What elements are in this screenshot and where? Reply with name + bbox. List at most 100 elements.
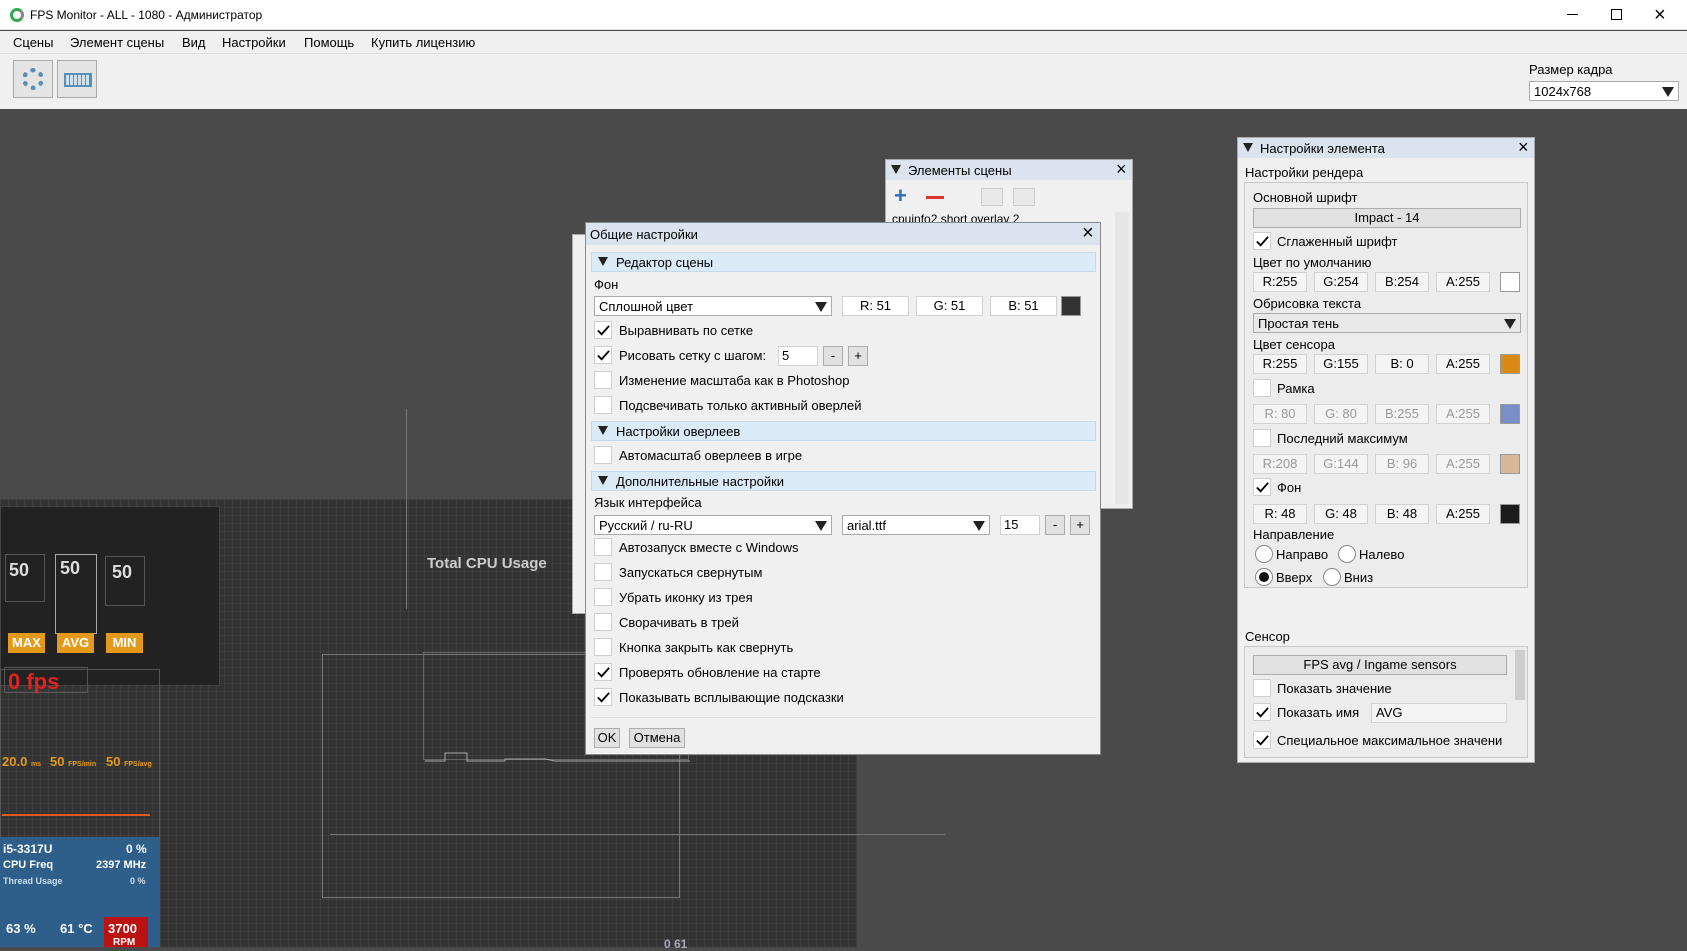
sensor-r[interactable]: R:255	[1253, 354, 1307, 374]
frame-b[interactable]: B:255	[1375, 404, 1429, 424]
close-as-minimize-checkbox[interactable]	[594, 638, 612, 656]
font-size-increment[interactable]: +	[1070, 515, 1090, 535]
default-a[interactable]: A:255	[1436, 272, 1490, 292]
direction-left-radio[interactable]	[1338, 545, 1356, 563]
default-color-swatch[interactable]	[1500, 272, 1520, 292]
lastmax-a[interactable]: A:255	[1436, 454, 1490, 474]
check-updates-checkbox[interactable]	[594, 663, 612, 681]
grid-step-increment[interactable]: +	[848, 346, 868, 366]
close-icon[interactable]: ×	[1518, 137, 1529, 158]
start-minimized-checkbox[interactable]	[594, 563, 612, 581]
lastmax-b[interactable]: B: 96	[1375, 454, 1429, 474]
direction-up-radio[interactable]	[1255, 568, 1273, 586]
fps-min-value: 50	[112, 562, 133, 582]
outline-select[interactable]: Простая тень	[1253, 313, 1521, 333]
sensor-select-button[interactable]: FPS avg / Ingame sensors	[1253, 655, 1507, 675]
menu-help[interactable]: Помощь	[304, 35, 354, 50]
close-icon[interactable]: ×	[1082, 222, 1094, 245]
show-name-checkbox[interactable]	[1253, 703, 1271, 721]
smooth-font-checkbox[interactable]	[1253, 232, 1271, 250]
font-button[interactable]: Impact - 14	[1253, 208, 1521, 228]
lastmax-r[interactable]: R:208	[1253, 454, 1307, 474]
scene-panel-scrollbar[interactable]	[1115, 212, 1129, 504]
frame-size-select[interactable]: 1024x768	[1529, 81, 1679, 101]
collapse-icon[interactable]	[891, 165, 901, 174]
collapse-icon[interactable]	[1243, 143, 1253, 152]
sensor-a[interactable]: A:255	[1436, 354, 1490, 374]
font-size-decrement[interactable]: -	[1045, 515, 1065, 535]
minimize-to-tray-checkbox[interactable]	[594, 613, 612, 631]
lastmax-g[interactable]: G:144	[1314, 454, 1368, 474]
frame-color-swatch[interactable]	[1500, 404, 1520, 424]
element-settings-panel[interactable]: Настройки элемента × Настройки рендера О…	[1237, 137, 1535, 763]
cancel-button[interactable]: Отмена	[629, 728, 685, 748]
bg-color-swatch[interactable]	[1500, 504, 1520, 524]
photoshop-zoom-checkbox[interactable]	[594, 371, 612, 389]
add-element-button[interactable]: +	[894, 185, 907, 207]
menu-settings[interactable]: Настройки	[222, 35, 286, 50]
highlight-active-checkbox[interactable]	[594, 396, 612, 414]
maximize-icon[interactable]	[1611, 9, 1622, 20]
sensor-scrollbar[interactable]	[1515, 650, 1525, 700]
minimize-icon[interactable]	[1567, 14, 1578, 15]
direction-label: Направление	[1253, 527, 1335, 542]
close-icon[interactable]: ×	[1116, 159, 1127, 180]
settings-button[interactable]	[13, 60, 53, 98]
bg-g[interactable]: G: 48	[1314, 504, 1368, 524]
menu-scene-element[interactable]: Элемент сцены	[70, 35, 164, 50]
sensor-color-swatch[interactable]	[1500, 354, 1520, 374]
font-select[interactable]: arial.ttf	[842, 515, 990, 535]
frame-a[interactable]: A:255	[1436, 404, 1490, 424]
default-b[interactable]: B:254	[1375, 272, 1429, 292]
remove-element-button[interactable]	[926, 196, 944, 199]
hotkeys-button[interactable]	[57, 60, 97, 98]
bg-g-field[interactable]: G: 51	[916, 296, 983, 316]
frame-r[interactable]: R: 80	[1253, 404, 1307, 424]
move-up-button[interactable]	[981, 188, 1003, 206]
hide-tray-icon-checkbox[interactable]	[594, 588, 612, 606]
scene-panel-title: Элементы сцены	[908, 163, 1012, 178]
general-settings-dialog[interactable]: Общие настройки × Редактор сцены Фон Спл…	[585, 222, 1101, 755]
autostart-checkbox[interactable]	[594, 538, 612, 556]
section-scene-editor[interactable]: Редактор сцены	[591, 252, 1096, 272]
bg-r-field[interactable]: R: 51	[842, 296, 909, 316]
check-updates-label: Проверять обновление на старте	[619, 665, 821, 680]
sensor-b[interactable]: B: 0	[1375, 354, 1429, 374]
bg-a[interactable]: A:255	[1436, 504, 1490, 524]
default-g[interactable]: G:254	[1314, 272, 1368, 292]
grid-step-input[interactable]: 5	[778, 346, 818, 366]
language-select[interactable]: Русский / ru-RU	[594, 515, 832, 535]
font-size-input[interactable]: 15	[1000, 515, 1040, 535]
bg-type-select[interactable]: Сплошной цвет	[594, 296, 832, 316]
menu-scenes[interactable]: Сцены	[13, 35, 53, 50]
last-max-checkbox[interactable]	[1253, 429, 1271, 447]
bg-b-field[interactable]: B: 51	[990, 296, 1057, 316]
bg-b[interactable]: B: 48	[1375, 504, 1429, 524]
bg-r[interactable]: R: 48	[1253, 504, 1307, 524]
section-advanced-settings[interactable]: Дополнительные настройки	[591, 471, 1096, 491]
direction-down-radio[interactable]	[1323, 568, 1341, 586]
align-grid-checkbox[interactable]	[594, 321, 612, 339]
move-down-button[interactable]	[1013, 188, 1035, 206]
autoscale-checkbox[interactable]	[594, 446, 612, 464]
close-icon[interactable]: ×	[1654, 2, 1666, 28]
default-r[interactable]: R:255	[1253, 272, 1307, 292]
lastmax-color-swatch[interactable]	[1500, 454, 1520, 474]
grid-step-decrement[interactable]: -	[823, 346, 843, 366]
menu-buy-license[interactable]: Купить лицензию	[371, 35, 475, 50]
dialog-divider	[591, 717, 1096, 718]
special-max-checkbox[interactable]	[1253, 731, 1271, 749]
frame-g[interactable]: G: 80	[1314, 404, 1368, 424]
bg-color-swatch[interactable]	[1061, 296, 1081, 316]
show-value-checkbox[interactable]	[1253, 679, 1271, 697]
draw-grid-checkbox[interactable]	[594, 346, 612, 364]
sensor-g[interactable]: G:155	[1314, 354, 1368, 374]
frame-checkbox[interactable]	[1253, 379, 1271, 397]
show-tooltips-checkbox[interactable]	[594, 688, 612, 706]
bg-checkbox[interactable]	[1253, 478, 1271, 496]
section-overlay-settings[interactable]: Настройки оверлеев	[591, 421, 1096, 441]
ok-button[interactable]: OK	[594, 728, 620, 748]
menu-view[interactable]: Вид	[182, 35, 206, 50]
direction-right-radio[interactable]	[1255, 545, 1273, 563]
name-input[interactable]: AVG	[1371, 703, 1507, 723]
